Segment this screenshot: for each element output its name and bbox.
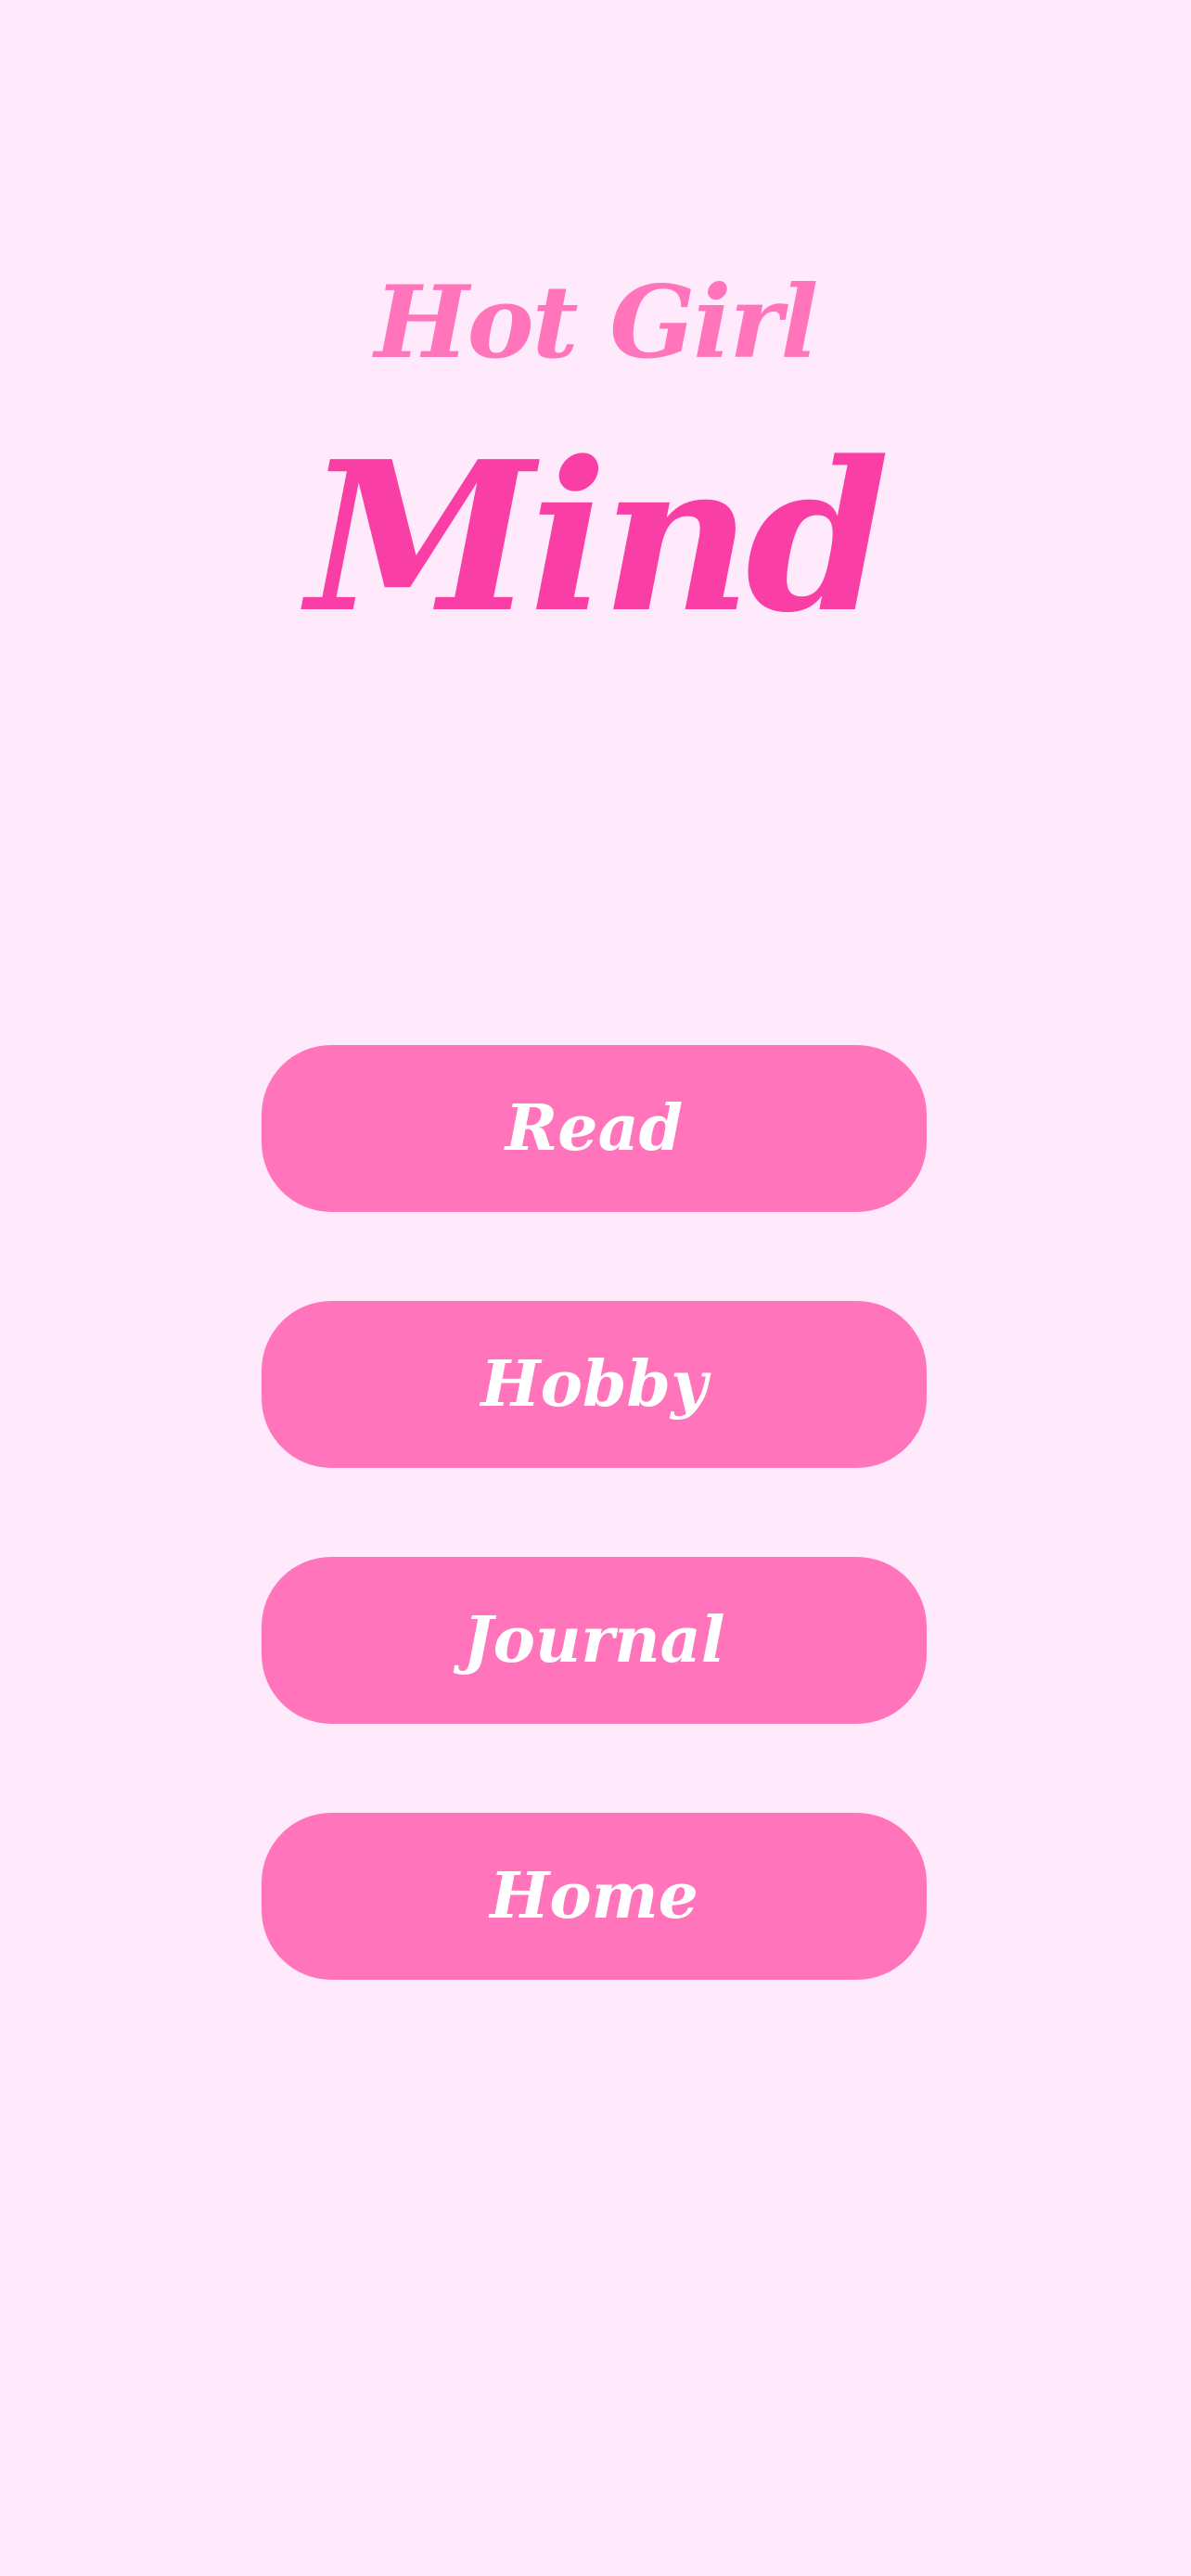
app-title: Mind [306,417,890,658]
home-button[interactable]: Home [262,1813,927,1980]
read-button[interactable]: Read [262,1045,927,1212]
hobby-button[interactable]: Hobby [262,1301,927,1468]
app-subtitle: Hot Girl [374,264,819,381]
journal-button[interactable]: Journal [262,1557,927,1724]
